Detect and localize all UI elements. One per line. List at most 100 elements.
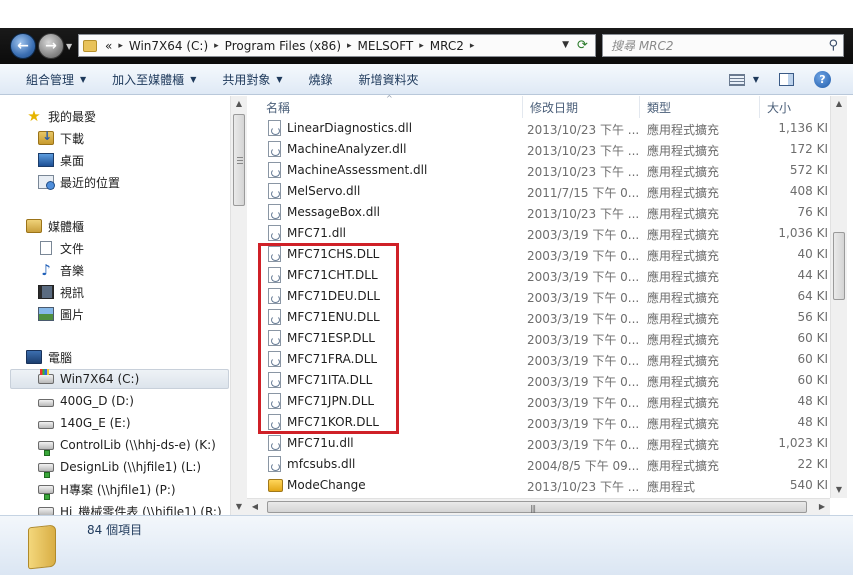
- file-size: 76 KI: [797, 205, 829, 219]
- file-type: 應用程式擴充: [647, 249, 720, 263]
- scroll-left-arrow-icon[interactable]: ◀: [247, 499, 263, 515]
- scrollbar-thumb[interactable]: [833, 232, 845, 300]
- file-name: LinearDiagnostics.dll: [287, 121, 413, 135]
- scroll-up-arrow-icon[interactable]: ▲: [831, 96, 847, 112]
- file-row[interactable]: MFC71ESP.DLL 2003/3/19 下午 0... 應用程式擴充 60 KI: [262, 328, 830, 349]
- scroll-down-arrow-icon[interactable]: ▼: [831, 482, 847, 498]
- nav-item-desktop[interactable]: 桌面: [38, 150, 84, 170]
- file-row[interactable]: MFC71ENU.DLL 2003/3/19 下午 0... 應用程式擴充 56 KI: [262, 307, 830, 328]
- nav-item-drive-c[interactable]: Win7X64 (C:): [10, 369, 229, 389]
- scrollbar-thumb[interactable]: [233, 114, 245, 206]
- nav-item-pictures[interactable]: 圖片: [38, 304, 84, 324]
- add-to-library-label: 加入至媒體櫃: [112, 72, 185, 87]
- file-date: 2013/10/23 下午 ...: [527, 144, 640, 158]
- nav-item-drive-r[interactable]: Hi_機械零件表 (\\hjfile1) (R:): [38, 501, 222, 515]
- nav-item-drive-k[interactable]: ControlLib (\\hhj-ds-e) (K:): [38, 435, 216, 456]
- help-icon[interactable]: ?: [814, 71, 831, 88]
- breadcrumb-item[interactable]: Win7X64 (C:): [129, 39, 208, 53]
- nav-item-downloads[interactable]: 下載: [38, 128, 84, 148]
- column-label: 修改日期: [530, 100, 579, 115]
- search-icon[interactable]: ⚲: [828, 38, 838, 53]
- nav-item-documents[interactable]: 文件: [38, 238, 84, 258]
- file-row[interactable]: MFC71JPN.DLL 2003/3/19 下午 0... 應用程式擴充 48 KI: [262, 391, 830, 412]
- organize-button[interactable]: 組合管理 ▼: [26, 71, 86, 88]
- nav-item-drive-d[interactable]: 400G_D (D:): [38, 391, 134, 411]
- file-date: 2003/3/19 下午 0...: [527, 396, 640, 410]
- nav-label: 圖片: [60, 307, 85, 322]
- nav-item-drive-p[interactable]: H專案 (\\hjfile1) (P:): [38, 479, 176, 500]
- file-row[interactable]: mfcsubs.dll 2004/8/5 下午 09... 應用程式擴充 22 KI: [262, 454, 830, 475]
- scroll-down-arrow-icon[interactable]: ▼: [231, 499, 247, 515]
- file-row[interactable]: MFC71FRA.DLL 2003/3/19 下午 0... 應用程式擴充 60 KI: [262, 349, 830, 370]
- nav-item-drive-e[interactable]: 140G_E (E:): [38, 413, 131, 433]
- scrollbar-thumb[interactable]: |||: [267, 501, 807, 513]
- column-header-size[interactable]: 大小: [759, 96, 829, 118]
- file-row[interactable]: MFC71ITA.DLL 2003/3/19 下午 0... 應用程式擴充 60 KI: [262, 370, 830, 391]
- nav-item-videos[interactable]: 視訊: [38, 282, 84, 302]
- file-row[interactable]: MFC71.dll 2003/3/19 下午 0... 應用程式擴充 1,036 KI: [262, 223, 830, 244]
- file-row[interactable]: ModeChange 2013/10/23 下午 ... 應用程式 540 KI: [262, 475, 830, 496]
- chevron-right-icon[interactable]: ▸: [214, 41, 219, 51]
- view-options-icon[interactable]: [728, 73, 745, 86]
- scroll-right-arrow-icon[interactable]: ▶: [814, 499, 830, 515]
- nav-computer[interactable]: 電腦: [26, 347, 72, 367]
- file-row[interactable]: MFC71KOR.DLL 2003/3/19 下午 0... 應用程式擴充 48 KI: [262, 412, 830, 433]
- dll-file-icon: [268, 183, 281, 199]
- file-row[interactable]: MachineAnalyzer.dll 2013/10/23 下午 ... 應用程式…: [262, 139, 830, 160]
- burn-button[interactable]: 燒錄: [309, 71, 333, 88]
- breadcrumb-overflow[interactable]: «: [105, 39, 112, 53]
- nav-favorites[interactable]: ★ 我的最愛: [26, 106, 96, 126]
- nav-item-recent-places[interactable]: 最近的位置: [38, 172, 120, 192]
- column-header-name[interactable]: 名稱: [258, 96, 522, 118]
- file-list-scrollbar[interactable]: ▲ ▼: [830, 96, 847, 498]
- file-date: 2003/3/19 下午 0...: [527, 333, 640, 347]
- file-row[interactable]: MessageBox.dll 2013/10/23 下午 ... 應用程式擴充 76 …: [262, 202, 830, 223]
- nav-pane-scrollbar[interactable]: ▲ ▼: [230, 96, 247, 515]
- network-drive-icon: [38, 440, 54, 456]
- file-row[interactable]: MFC71CHS.DLL 2003/3/19 下午 0... 應用程式擴充 40 KI: [262, 244, 830, 265]
- share-with-button[interactable]: 共用對象 ▼: [222, 71, 282, 88]
- search-placeholder: 搜尋 MRC2: [611, 39, 674, 53]
- chevron-right-icon[interactable]: ▸: [347, 41, 352, 51]
- add-to-library-button[interactable]: 加入至媒體櫃 ▼: [112, 71, 196, 88]
- file-row[interactable]: MFC71u.dll 2003/3/19 下午 0... 應用程式擴充 1,023 K…: [262, 433, 830, 454]
- nav-item-music[interactable]: ♪ 音樂: [38, 260, 84, 280]
- chevron-down-icon[interactable]: ▼: [753, 75, 759, 84]
- file-row[interactable]: MelServo.dll 2011/7/15 下午 0... 應用程式擴充 408 K…: [262, 181, 830, 202]
- file-size: 540 KI: [789, 478, 828, 492]
- file-row[interactable]: MachineAssessment.dll 2013/10/23 下午 ... 應用…: [262, 160, 830, 181]
- file-date: 2003/3/19 下午 0...: [527, 417, 640, 431]
- recent-pages-dropdown[interactable]: ▼: [66, 42, 72, 51]
- file-date: 2003/3/19 下午 0...: [527, 354, 640, 368]
- dll-file-icon: [268, 288, 281, 304]
- file-size: 172 KI: [789, 142, 828, 156]
- recent-places-icon: [38, 175, 55, 190]
- back-button[interactable]: ←: [10, 33, 36, 59]
- file-name: MFC71.dll: [287, 226, 347, 240]
- dll-file-icon: [268, 330, 281, 346]
- file-row[interactable]: MFC71DEU.DLL 2003/3/19 下午 0... 應用程式擴充 64 KI: [262, 286, 830, 307]
- scroll-up-arrow-icon[interactable]: ▲: [231, 96, 247, 112]
- chevron-right-icon[interactable]: ▸: [419, 41, 424, 51]
- forward-button[interactable]: →: [38, 33, 64, 59]
- column-header-date[interactable]: 修改日期: [522, 96, 639, 118]
- breadcrumb-item[interactable]: MRC2: [430, 39, 464, 53]
- new-folder-button[interactable]: 新增資料夾: [359, 71, 419, 88]
- nav-item-drive-l[interactable]: DesignLib (\\hjfile1) (L:): [38, 457, 201, 478]
- file-row[interactable]: MFC71CHT.DLL 2003/3/19 下午 0... 應用程式擴充 44 KI: [262, 265, 830, 286]
- file-date: 2013/10/23 下午 ...: [527, 165, 640, 179]
- breadcrumb-item[interactable]: MELSOFT: [358, 39, 414, 53]
- refresh-icon[interactable]: ⟳: [574, 38, 591, 53]
- preview-pane-icon[interactable]: [779, 73, 794, 86]
- breadcrumb[interactable]: « ▸ Win7X64 (C:) ▸ Program Files (x86) ▸…: [78, 34, 596, 57]
- breadcrumb-item[interactable]: Program Files (x86): [225, 39, 341, 53]
- address-dropdown[interactable]: ▼: [562, 40, 569, 50]
- horizontal-scrollbar[interactable]: ◀ ||| ▶: [247, 498, 830, 515]
- file-type: 應用程式擴充: [647, 354, 720, 368]
- chevron-right-icon[interactable]: ▸: [470, 41, 475, 51]
- nav-libraries[interactable]: 媒體櫃: [26, 216, 84, 236]
- file-row[interactable]: LinearDiagnostics.dll 2013/10/23 下午 ... 應用…: [262, 118, 830, 139]
- search-input[interactable]: 搜尋 MRC2 ⚲: [602, 34, 844, 57]
- column-header-type[interactable]: 類型: [639, 96, 759, 118]
- file-size: 64 KI: [797, 289, 829, 303]
